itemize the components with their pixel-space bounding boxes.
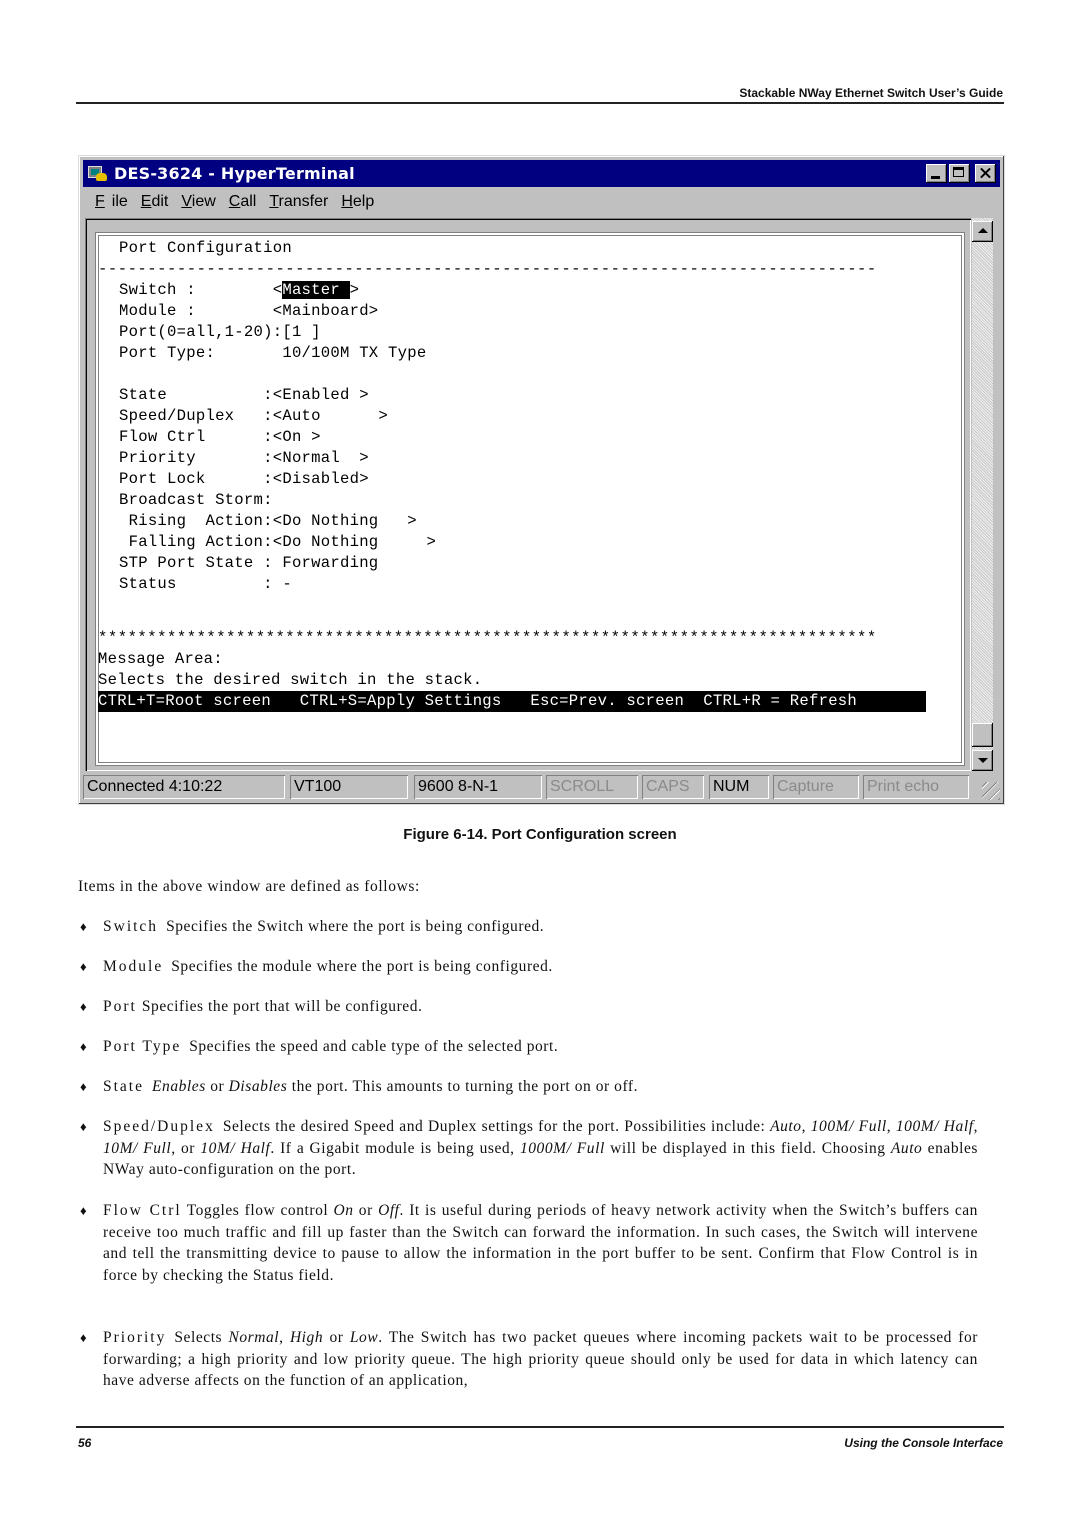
- status-port-settings: 9600 8-N-1: [414, 775, 542, 799]
- menu-call[interactable]: Call: [229, 193, 257, 211]
- status-print-echo: Print echo: [863, 775, 969, 799]
- switch-field: Switch : <Master >: [119, 281, 360, 299]
- maximize-button[interactable]: [949, 164, 970, 183]
- port-type-field: Port Type: 10/100M TX Type: [119, 344, 427, 362]
- definition-item-port-type: ♦ Port Type Specifies the speed and cable…: [80, 1036, 978, 1058]
- header-rule: [76, 102, 1004, 104]
- falling-action-field[interactable]: Falling Action:<Do Nothing >: [119, 532, 436, 553]
- intro-paragraph: Items in the above window are defined as…: [78, 878, 420, 895]
- diamond-bullet-icon: ♦: [80, 1039, 88, 1054]
- vertical-scrollbar[interactable]: [972, 218, 993, 771]
- terminal-client-area: Port Configuration ---------------------…: [85, 218, 971, 771]
- priority-field[interactable]: Priority :<Normal >: [119, 448, 369, 469]
- screen-heading: Port Configuration: [119, 239, 292, 257]
- definition-item-speed-duplex: ♦ Speed/Duplex Selects the desired Speed …: [80, 1118, 979, 1179]
- diamond-bullet-icon: ♦: [80, 959, 88, 974]
- hyperterminal-window: DES-3624 - HyperTerminal File Edit View …: [78, 155, 1005, 805]
- key-help-bar: CTRL+T=Root screen CTRL+S=Apply Settings…: [98, 691, 926, 712]
- footer-section-title: Using the Console Interface: [844, 1436, 1003, 1450]
- running-header-title: Stackable NWay Ethernet Switch User’s Gu…: [739, 86, 1003, 100]
- page-number: 56: [78, 1436, 92, 1450]
- diamond-bullet-icon: ♦: [80, 1330, 88, 1345]
- state-field[interactable]: State :<Enabled >: [119, 385, 369, 406]
- port-lock-field[interactable]: Port Lock :<Disabled>: [119, 469, 369, 490]
- switch-value-selected[interactable]: Master: [282, 281, 350, 299]
- menu-help[interactable]: Help: [341, 193, 374, 211]
- dash-divider: ----------------------------------------…: [98, 260, 877, 278]
- message-text: Selects the desired switch in the stack.: [98, 671, 483, 689]
- title-bar[interactable]: DES-3624 - HyperTerminal: [83, 160, 1000, 187]
- message-area-label: Message Area:: [98, 650, 223, 668]
- definition-item-flow-ctrl: ♦ Flow Ctrl Toggles flow control On or Of…: [80, 1202, 978, 1284]
- menu-edit[interactable]: Edit: [141, 193, 169, 211]
- diamond-bullet-icon: ♦: [80, 919, 88, 934]
- footer-rule: [76, 1426, 1004, 1428]
- status-num: NUM: [709, 775, 769, 799]
- terminal-screen[interactable]: Port Configuration ---------------------…: [98, 236, 961, 762]
- menu-file[interactable]: File: [89, 193, 128, 211]
- status-field: Status : -: [119, 575, 292, 593]
- status-emulation: VT100: [290, 775, 408, 799]
- definition-item-port: ♦ Port Specifies the port that will be co…: [80, 996, 978, 1018]
- menu-transfer[interactable]: Transfer: [269, 193, 328, 211]
- broadcast-storm-label: Broadcast Storm:: [119, 491, 273, 509]
- flow-ctrl-field[interactable]: Flow Ctrl :<On >: [119, 427, 321, 448]
- scroll-thumb[interactable]: [972, 723, 993, 747]
- definition-item-state: ♦ State Enables or Disables the port. Thi…: [80, 1076, 978, 1098]
- minimize-button[interactable]: [926, 164, 947, 183]
- menu-bar: File Edit View Call Transfer Help: [83, 189, 381, 215]
- status-bar: Connected 4:10:22 VT100 9600 8-N-1 SCROL…: [83, 773, 1000, 801]
- diamond-bullet-icon: ♦: [80, 1119, 88, 1134]
- close-button[interactable]: [975, 164, 996, 183]
- scroll-up-arrow-icon[interactable]: [972, 221, 993, 242]
- definition-item-priority: ♦ Priority Selects Normal, High or Low. T…: [80, 1329, 978, 1390]
- stp-port-state-field: STP Port State : Forwarding: [119, 554, 379, 572]
- menu-view[interactable]: View: [181, 193, 215, 211]
- star-divider: ****************************************…: [98, 629, 877, 647]
- diamond-bullet-icon: ♦: [80, 999, 88, 1014]
- definition-item-module: ♦ Module Specifies the module where the p…: [80, 956, 978, 978]
- resize-grip-icon[interactable]: [982, 782, 1000, 800]
- figure-caption: Figure 6-14. Port Configuration screen: [403, 826, 677, 843]
- module-field[interactable]: Module : <Mainboard>: [119, 301, 378, 322]
- diamond-bullet-icon: ♦: [80, 1079, 88, 1094]
- speed-duplex-field[interactable]: Speed/Duplex :<Auto >: [119, 406, 388, 427]
- diamond-bullet-icon: ♦: [80, 1203, 88, 1218]
- status-scroll: SCROLL: [546, 775, 638, 799]
- window-title: DES-3624 - HyperTerminal: [114, 164, 355, 183]
- status-capture: Capture: [773, 775, 859, 799]
- hyperterminal-app-icon[interactable]: [87, 164, 109, 184]
- status-caps: CAPS: [642, 775, 704, 799]
- status-connected: Connected 4:10:22: [83, 775, 285, 799]
- definition-item-switch: ♦ Switch Specifies the Switch where the p…: [80, 916, 978, 938]
- rising-action-field[interactable]: Rising Action:<Do Nothing >: [119, 511, 417, 532]
- scroll-down-arrow-icon[interactable]: [972, 750, 993, 771]
- port-field[interactable]: Port(0=all,1-20):[1 ]: [119, 322, 321, 343]
